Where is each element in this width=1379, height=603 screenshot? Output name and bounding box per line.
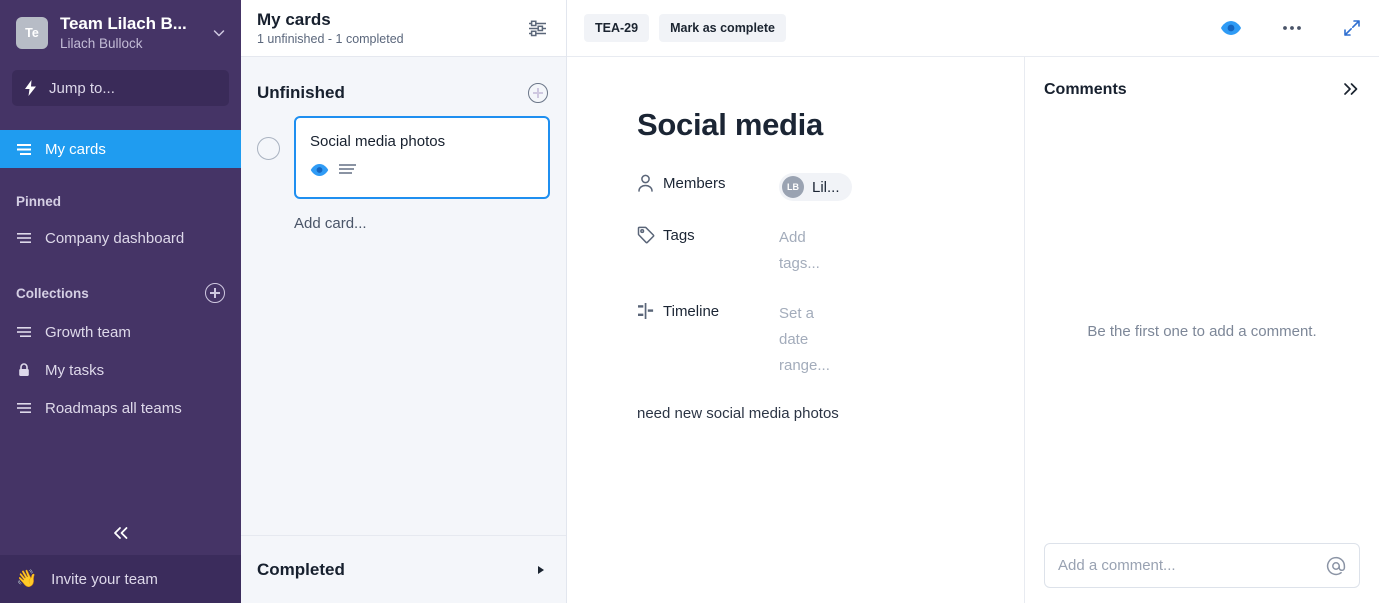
list-icon: [16, 326, 32, 338]
eye-icon[interactable]: [310, 163, 329, 182]
comments-header: Comments: [1044, 57, 1360, 99]
completed-group-header[interactable]: Completed: [241, 535, 566, 603]
add-card-link[interactable]: Add card...: [241, 199, 566, 232]
card-id-badge[interactable]: TEA-29: [584, 14, 650, 42]
add-card-button[interactable]: [528, 83, 548, 103]
card-detail-toolbar: TEA-29 Mark as complete: [567, 0, 1379, 57]
list-icon: [16, 402, 32, 414]
field-members: Members LB Lil...: [637, 173, 1024, 201]
team-name: Team Lilach B...: [60, 13, 187, 33]
card-title: Social media photos: [310, 133, 446, 150]
list-icon: [16, 143, 32, 155]
invite-label: Invite your team: [51, 570, 158, 588]
mark-as-complete-button[interactable]: Mark as complete: [659, 14, 786, 42]
person-icon: [637, 173, 663, 192]
field-label-members: Members: [663, 175, 726, 192]
card-social-media-photos[interactable]: Social media photos: [294, 116, 550, 199]
sliders-icon[interactable]: [527, 18, 548, 39]
expand-arrows-icon[interactable]: [1342, 18, 1362, 38]
card-description[interactable]: need new social media photos: [637, 403, 1024, 425]
team-text: Team Lilach B... Lilach Bullock: [60, 14, 207, 53]
card-detail-title: Social media: [637, 107, 823, 142]
card-fields: Members LB Lil... Tags Add tags... Timel…: [637, 173, 1024, 379]
avatar: LB: [782, 176, 804, 198]
chevron-down-icon[interactable]: [211, 25, 227, 41]
card-detail-body: Social media Members LB Lil... Tags Add …: [567, 57, 1379, 603]
invite-your-team-button[interactable]: 👋 Invite your team: [0, 555, 241, 603]
add-comment-input[interactable]: Add a comment...: [1044, 543, 1360, 588]
ellipsis-icon[interactable]: [1282, 25, 1302, 31]
waving-hand-icon: 👋: [16, 569, 38, 588]
card-detail-main: Social media Members LB Lil... Tags Add …: [567, 57, 1024, 603]
sidebar-item-company-dashboard[interactable]: Company dashboard: [0, 219, 241, 257]
sidebar: Te Team Lilach B... Lilach Bullock Jump …: [0, 0, 241, 603]
sidebar-item-my-cards[interactable]: My cards: [0, 130, 241, 168]
jump-to-button[interactable]: Jump to...: [12, 70, 229, 106]
lightning-bolt-icon: [24, 80, 37, 96]
double-chevron-left-icon: [111, 525, 131, 545]
list-panel-header: My cards 1 unfinished - 1 completed: [241, 0, 566, 57]
collapse-sidebar-button[interactable]: [0, 515, 241, 555]
add-tags-placeholder[interactable]: Add tags...: [779, 225, 845, 277]
pinned-section-label: Pinned: [0, 194, 241, 209]
comments-empty-state: Be the first one to add a comment.: [1087, 322, 1317, 340]
list-icon: [16, 232, 32, 244]
collections-section-label: Collections: [0, 283, 241, 303]
comments-panel: Comments Be the first one to add a comme…: [1024, 57, 1379, 603]
completed-group-title: Completed: [257, 559, 345, 579]
eye-icon[interactable]: [1220, 20, 1242, 36]
member-name: Lil...: [812, 178, 840, 196]
team-switcher[interactable]: Te Team Lilach B... Lilach Bullock: [0, 0, 241, 66]
app-root: Te Team Lilach B... Lilach Bullock Jump …: [0, 0, 1379, 603]
unfinished-group-title: Unfinished: [257, 83, 345, 102]
triangle-right-icon[interactable]: [538, 565, 544, 574]
tag-icon: [637, 225, 663, 244]
team-user-name: Lilach Bullock: [60, 35, 143, 51]
sidebar-item-label: My cards: [45, 140, 106, 158]
cards-count-status: 1 unfinished - 1 completed: [257, 32, 404, 46]
sidebar-item-my-tasks[interactable]: My tasks: [0, 351, 241, 389]
sidebar-item-label: My tasks: [45, 361, 105, 379]
add-comment-placeholder: Add a comment...: [1058, 557, 1176, 574]
member-chip[interactable]: LB Lil...: [779, 173, 852, 201]
unfinished-group-header: Unfinished: [241, 57, 566, 103]
sidebar-item-roadmaps-all-teams[interactable]: Roadmaps all teams: [0, 389, 241, 427]
sidebar-item-growth-team[interactable]: Growth team: [0, 313, 241, 351]
page-title: My cards: [257, 10, 331, 29]
timeline-icon: [637, 301, 663, 320]
field-label-timeline: Timeline: [663, 303, 720, 320]
description-lines-icon: [339, 163, 356, 182]
add-collection-button[interactable]: [205, 283, 225, 303]
team-avatar: Te: [16, 17, 48, 49]
sidebar-item-label: Roadmaps all teams: [45, 399, 182, 417]
field-label-tags: Tags: [663, 227, 695, 244]
card-list-item: Social media photos: [241, 103, 566, 199]
sidebar-item-label: Company dashboard: [45, 229, 185, 247]
card-detail-panel: TEA-29 Mark as complete Social media Mem…: [567, 0, 1379, 603]
lock-icon: [16, 363, 32, 377]
comments-title: Comments: [1044, 81, 1127, 98]
at-icon[interactable]: [1326, 556, 1346, 576]
double-chevron-right-icon[interactable]: [1340, 82, 1360, 99]
list-panel-header-text: My cards 1 unfinished - 1 completed: [257, 9, 404, 47]
set-date-range-placeholder[interactable]: Set a date range...: [779, 301, 845, 379]
jump-to-label: Jump to...: [49, 79, 115, 97]
collections-label: Collections: [16, 285, 89, 301]
field-tags: Tags Add tags...: [637, 225, 1024, 277]
card-complete-checkbox[interactable]: [257, 137, 280, 160]
pinned-label: Pinned: [16, 194, 62, 209]
cards-list-panel: My cards 1 unfinished - 1 completed Unfi…: [241, 0, 567, 603]
sidebar-item-label: Growth team: [45, 323, 131, 341]
field-timeline: Timeline Set a date range...: [637, 301, 1024, 379]
card-badges: [310, 163, 534, 182]
